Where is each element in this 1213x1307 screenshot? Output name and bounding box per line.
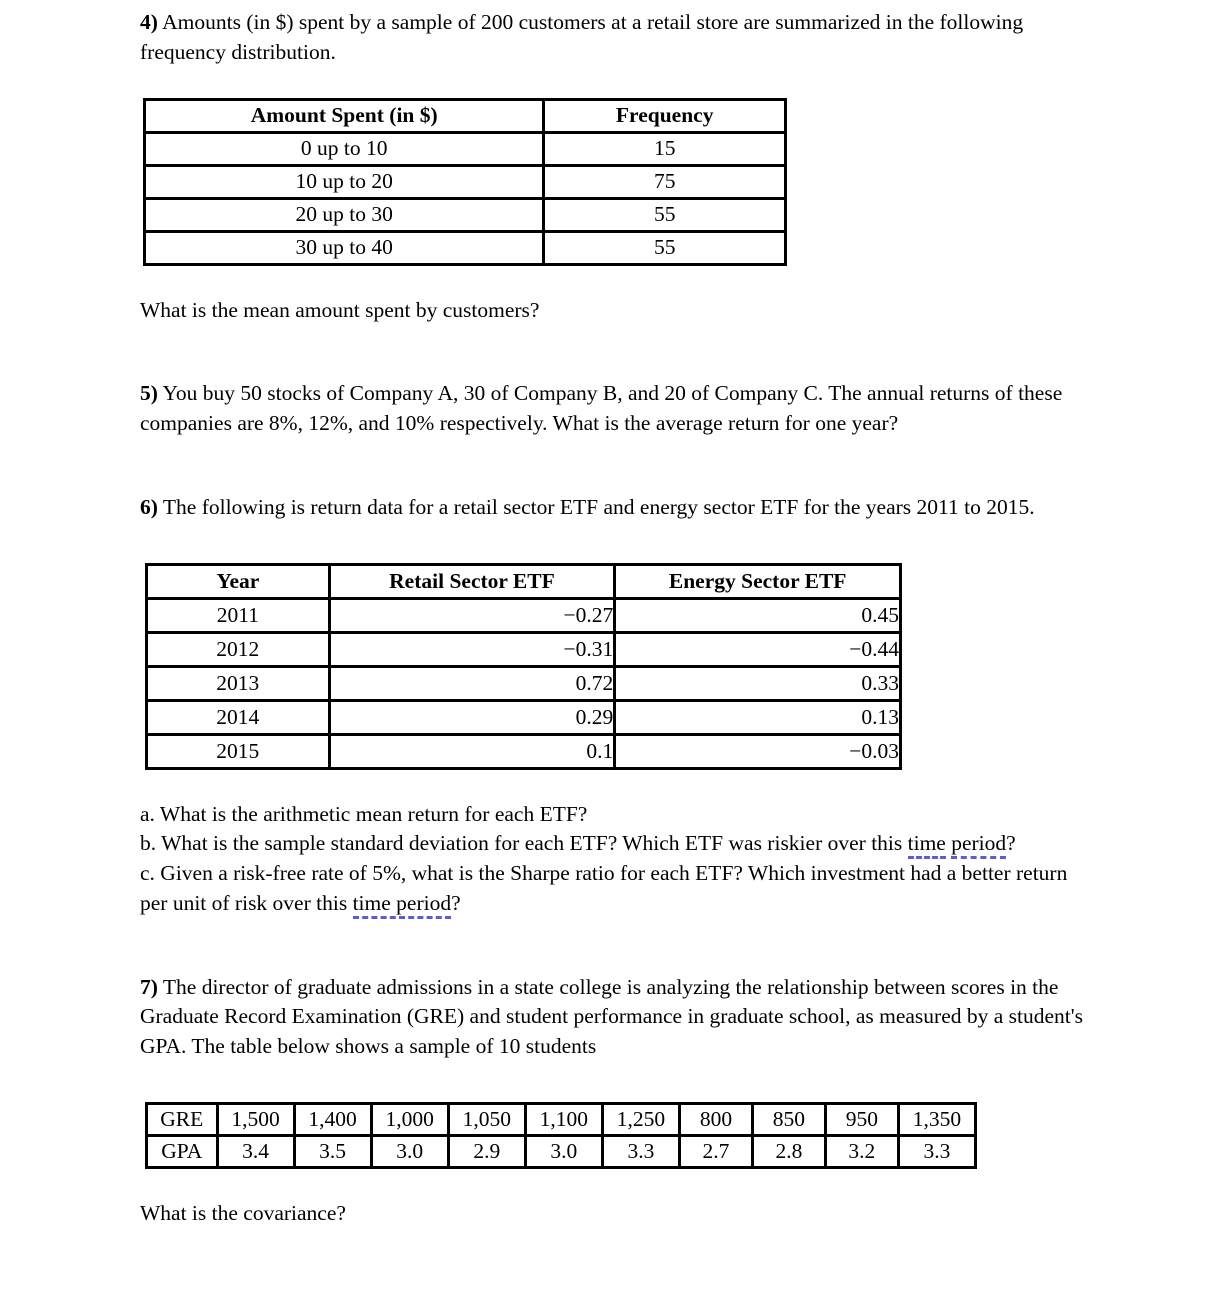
cell-year: 2011 (145, 596, 331, 634)
cell-gpa: 3.4 (215, 1133, 296, 1169)
header-frequency: Frequency (542, 97, 787, 134)
cell-year: 2013 (145, 664, 331, 702)
cell-gre: 1,050 (446, 1101, 527, 1137)
cell-frequency: 55 (542, 229, 787, 266)
grammar-flag-period: period (951, 831, 1007, 860)
cell-retail-return: 0.29 (327, 698, 617, 736)
cell-gpa: 2.8 (750, 1133, 827, 1169)
question-6-number: 6) (140, 494, 158, 519)
grammar-flag-time-period: time period (352, 890, 452, 919)
cell-gpa: 3.3 (600, 1133, 681, 1169)
cell-gpa: 2.7 (677, 1133, 754, 1169)
row-label-gpa: GPA (145, 1133, 219, 1169)
cell-year: 2015 (145, 732, 331, 770)
cell-bucket: 10 up to 20 (142, 163, 546, 200)
question-7-text: 7) The director of graduate admissions i… (140, 973, 1085, 1062)
cell-retail-return: 0.72 (327, 664, 617, 702)
table-row-gre: GRE 1,500 1,400 1,000 1,050 1,100 1,250 … (145, 1101, 978, 1137)
table-header-row: Amount Spent (in $) Frequency (142, 97, 787, 134)
sub-c-part2: ? (451, 890, 461, 915)
cell-year: 2012 (145, 630, 331, 668)
row-label-gre: GRE (145, 1101, 219, 1137)
cell-frequency: 55 (542, 196, 787, 233)
table-row: 0 up to 10 15 (142, 130, 787, 167)
sub-b-part3: ? (1006, 831, 1016, 856)
question-4-body: Amounts (in $) spent by a sample of 200 … (140, 10, 1024, 64)
table-row: 2015 0.1 −0.03 (145, 732, 902, 770)
cell-frequency: 75 (542, 163, 787, 200)
cell-gre: 1,100 (523, 1101, 604, 1137)
cell-gre: 800 (677, 1101, 754, 1137)
cell-year: 2014 (145, 698, 331, 736)
cell-gpa: 3.0 (369, 1133, 450, 1169)
sub-b-part1: b. What is the sample standard deviation… (140, 831, 908, 856)
cell-frequency: 15 (542, 130, 787, 167)
question-6-text: 6) The following is return data for a re… (140, 493, 1085, 523)
cell-bucket: 20 up to 30 (142, 196, 546, 233)
cell-retail-return: −0.31 (327, 630, 617, 668)
etf-returns-table: Year Retail Sector ETF Energy Sector ETF… (145, 562, 902, 770)
table-row: 2012 −0.31 −0.44 (145, 630, 902, 668)
cell-energy-return: 0.45 (613, 596, 902, 634)
question-5-body: You buy 50 stocks of Company A, 30 of Co… (140, 381, 1063, 436)
question-7-body: The director of graduate admissions in a… (140, 974, 1083, 1059)
cell-bucket: 30 up to 40 (142, 229, 546, 266)
table-row: 10 up to 20 75 (142, 163, 787, 200)
question-6-sub-a: a. What is the arithmetic mean return fo… (140, 801, 588, 826)
gre-gpa-table: GRE 1,500 1,400 1,000 1,050 1,100 1,250 … (145, 1101, 978, 1169)
question-4-text: 4) Amounts (in $) spent by a sample of 2… (140, 8, 1085, 68)
cell-gre: 950 (823, 1101, 900, 1137)
amount-spent-table: Amount Spent (in $) Frequency 0 up to 10… (142, 97, 787, 266)
question-4-prompt: What is the mean amount spent by custome… (140, 297, 540, 322)
cell-gpa: 3.2 (823, 1133, 900, 1169)
sub-c-part1: c. Given a risk-free rate of 5%, what is… (140, 861, 1068, 915)
cell-gre: 1,250 (600, 1101, 681, 1137)
header-year: Year (145, 562, 331, 600)
cell-energy-return: 0.13 (613, 698, 902, 736)
cell-energy-return: −0.03 (613, 732, 902, 770)
cell-bucket: 0 up to 10 (142, 130, 546, 167)
question-7-prompt: What is the covariance? (140, 1200, 346, 1225)
table-row: 30 up to 40 55 (142, 229, 787, 266)
table-row: 2014 0.29 0.13 (145, 698, 902, 736)
table-row-gpa: GPA 3.4 3.5 3.0 2.9 3.0 3.3 2.7 2.8 3.2 … (145, 1133, 978, 1169)
cell-gre: 1,400 (292, 1101, 373, 1137)
table-header-row: Year Retail Sector ETF Energy Sector ETF (145, 562, 902, 600)
cell-gpa: 2.9 (446, 1133, 527, 1169)
cell-gre: 1,350 (896, 1101, 978, 1137)
question-4-number: 4) (140, 10, 158, 34)
document-content: 4) Amounts (in $) spent by a sample of 2… (140, 8, 1085, 1229)
header-energy-sector-etf: Energy Sector ETF (613, 562, 902, 600)
cell-gre: 1,500 (215, 1101, 296, 1137)
table-row: 20 up to 30 55 (142, 196, 787, 233)
table-row: 2013 0.72 0.33 (145, 664, 902, 702)
question-6-sub-c: c. Given a risk-free rate of 5%, what is… (140, 859, 1085, 919)
cell-energy-return: 0.33 (613, 664, 902, 702)
cell-gpa: 3.3 (896, 1133, 978, 1169)
cell-gpa: 3.5 (292, 1133, 373, 1169)
question-5-number: 5) (140, 381, 158, 406)
cell-gre: 850 (750, 1101, 827, 1137)
cell-gpa: 3.0 (523, 1133, 604, 1169)
cell-retail-return: −0.27 (327, 596, 617, 634)
grammar-flag-time: time (907, 831, 946, 860)
cell-energy-return: −0.44 (613, 630, 902, 668)
question-6-body: The following is return data for a retai… (157, 494, 1035, 519)
question-7-number: 7) (140, 974, 158, 999)
question-6-sub-b: b. What is the sample standard deviation… (140, 829, 1085, 860)
header-retail-sector-etf: Retail Sector ETF (327, 562, 617, 600)
header-amount-spent: Amount Spent (in $) (142, 97, 546, 134)
cell-retail-return: 0.1 (327, 732, 617, 770)
table-row: 2011 −0.27 0.45 (145, 596, 902, 634)
document-page: 4) Amounts (in $) spent by a sample of 2… (0, 0, 1213, 1307)
question-5-text: 5) You buy 50 stocks of Company A, 30 of… (140, 379, 1085, 439)
cell-gre: 1,000 (369, 1101, 450, 1137)
